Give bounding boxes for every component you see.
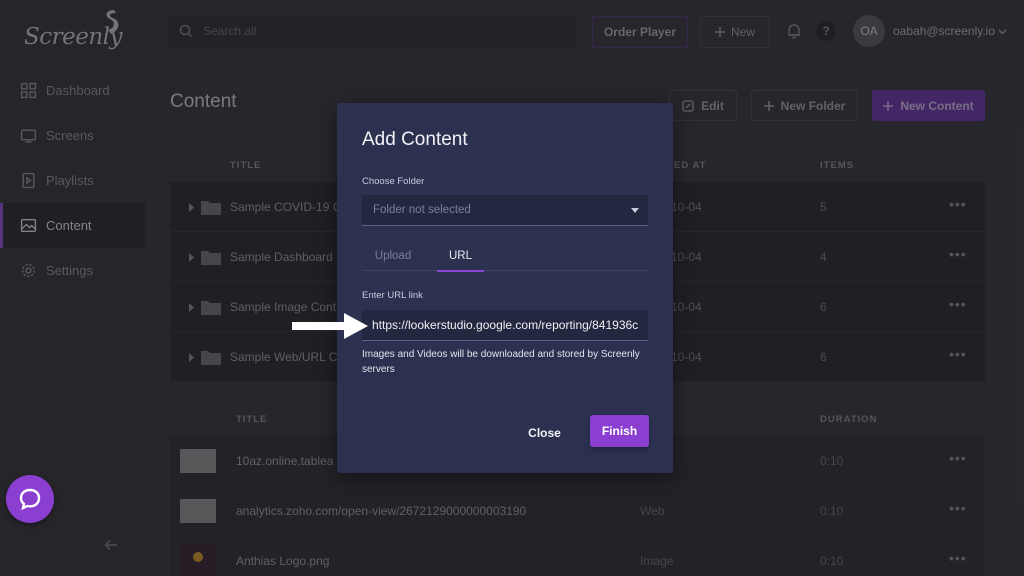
- dialog-title: Add Content: [362, 129, 468, 150]
- folder-select-label: Choose Folder: [362, 176, 425, 187]
- url-field-label: Enter URL link: [362, 290, 423, 301]
- caret-down-icon: [631, 208, 639, 213]
- folder-select-value: Folder not selected: [373, 204, 471, 216]
- url-field-container: [362, 310, 648, 341]
- chat-icon: [19, 488, 41, 511]
- content-source-tabs: Upload URL: [362, 240, 648, 272]
- folder-select[interactable]: Folder not selected: [362, 195, 648, 226]
- tab-url[interactable]: URL: [437, 240, 484, 272]
- annotation-arrow-icon: [292, 313, 368, 339]
- url-help-text: Images and Videos will be downloaded and…: [362, 349, 640, 375]
- finish-button[interactable]: Finish: [590, 415, 649, 447]
- close-button[interactable]: Close: [517, 421, 572, 445]
- add-content-dialog: Add Content Choose Folder Folder not sel…: [337, 103, 673, 473]
- url-input[interactable]: [362, 310, 648, 340]
- tab-upload[interactable]: Upload: [362, 240, 424, 271]
- chat-support-button[interactable]: [6, 475, 54, 523]
